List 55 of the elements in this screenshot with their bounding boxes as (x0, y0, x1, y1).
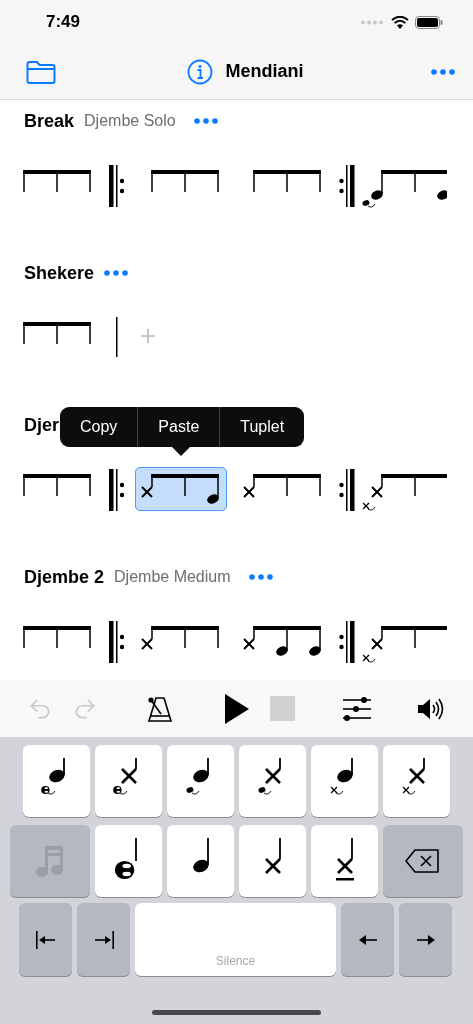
beamed-notes-drawing (23, 626, 91, 649)
note-key[interactable] (311, 745, 378, 817)
wifi-icon (391, 15, 409, 29)
repeat-end-sign (339, 165, 355, 207)
delete-key[interactable] (383, 825, 463, 897)
note-key[interactable] (167, 825, 234, 897)
more-icon[interactable] (248, 574, 273, 580)
track-title: Djembe 2 (24, 566, 105, 588)
repeat-start-sign (109, 621, 125, 663)
note-key[interactable] (239, 745, 306, 817)
note-key[interactable] (167, 745, 234, 817)
instrument-label: Djembe Medium (114, 568, 231, 586)
more-icon[interactable] (193, 118, 218, 124)
track-title: Djer (24, 414, 59, 436)
beamed-notes-drawing (23, 474, 91, 497)
more-icon[interactable] (431, 68, 455, 75)
play-icon (225, 693, 249, 724)
status-time: 7:49 (46, 12, 81, 32)
note-key[interactable] (23, 745, 90, 817)
track-title: Shekere (24, 262, 95, 284)
track-title: Break (24, 110, 75, 132)
repeat-end-sign (339, 621, 355, 663)
delete-icon (405, 848, 441, 874)
jump-end-key[interactable] (77, 903, 130, 976)
speaker-icon (418, 696, 446, 721)
instrument-label: Djembe Solo (84, 112, 176, 130)
jump-start-icon (35, 930, 56, 949)
menu-item[interactable]: Copy (60, 407, 138, 447)
repeat-start-sign (109, 165, 125, 207)
beamed-notes-drawing (23, 170, 91, 193)
more-icon[interactable] (104, 270, 129, 276)
jump-start-key[interactable] (19, 903, 72, 976)
measure[interactable] (135, 467, 227, 511)
note-key[interactable] (311, 825, 378, 897)
arrow-right-icon (416, 934, 435, 945)
music-notes-icon (36, 844, 64, 878)
note-key[interactable] (383, 745, 450, 817)
note-key[interactable] (95, 745, 162, 817)
menu-item[interactable]: Tuplet (219, 407, 305, 447)
signal-icon (361, 19, 385, 25)
metronome-icon (147, 694, 173, 723)
battery-icon (415, 15, 443, 29)
jump-end-icon (93, 930, 114, 949)
barline (115, 317, 119, 357)
window-title: Mendiani (225, 61, 304, 82)
arrow-left-icon (358, 934, 377, 945)
mixer-icon (343, 696, 371, 721)
beamed-notes-drawing (151, 170, 219, 193)
note-key[interactable] (239, 825, 306, 897)
beamed-notes-drawing (253, 170, 321, 193)
note-key[interactable] (95, 825, 162, 897)
stop-icon (269, 696, 295, 721)
repeat-end-sign (339, 469, 355, 511)
beamed-notes-drawing (23, 322, 91, 345)
repeat-start-sign (109, 469, 125, 511)
